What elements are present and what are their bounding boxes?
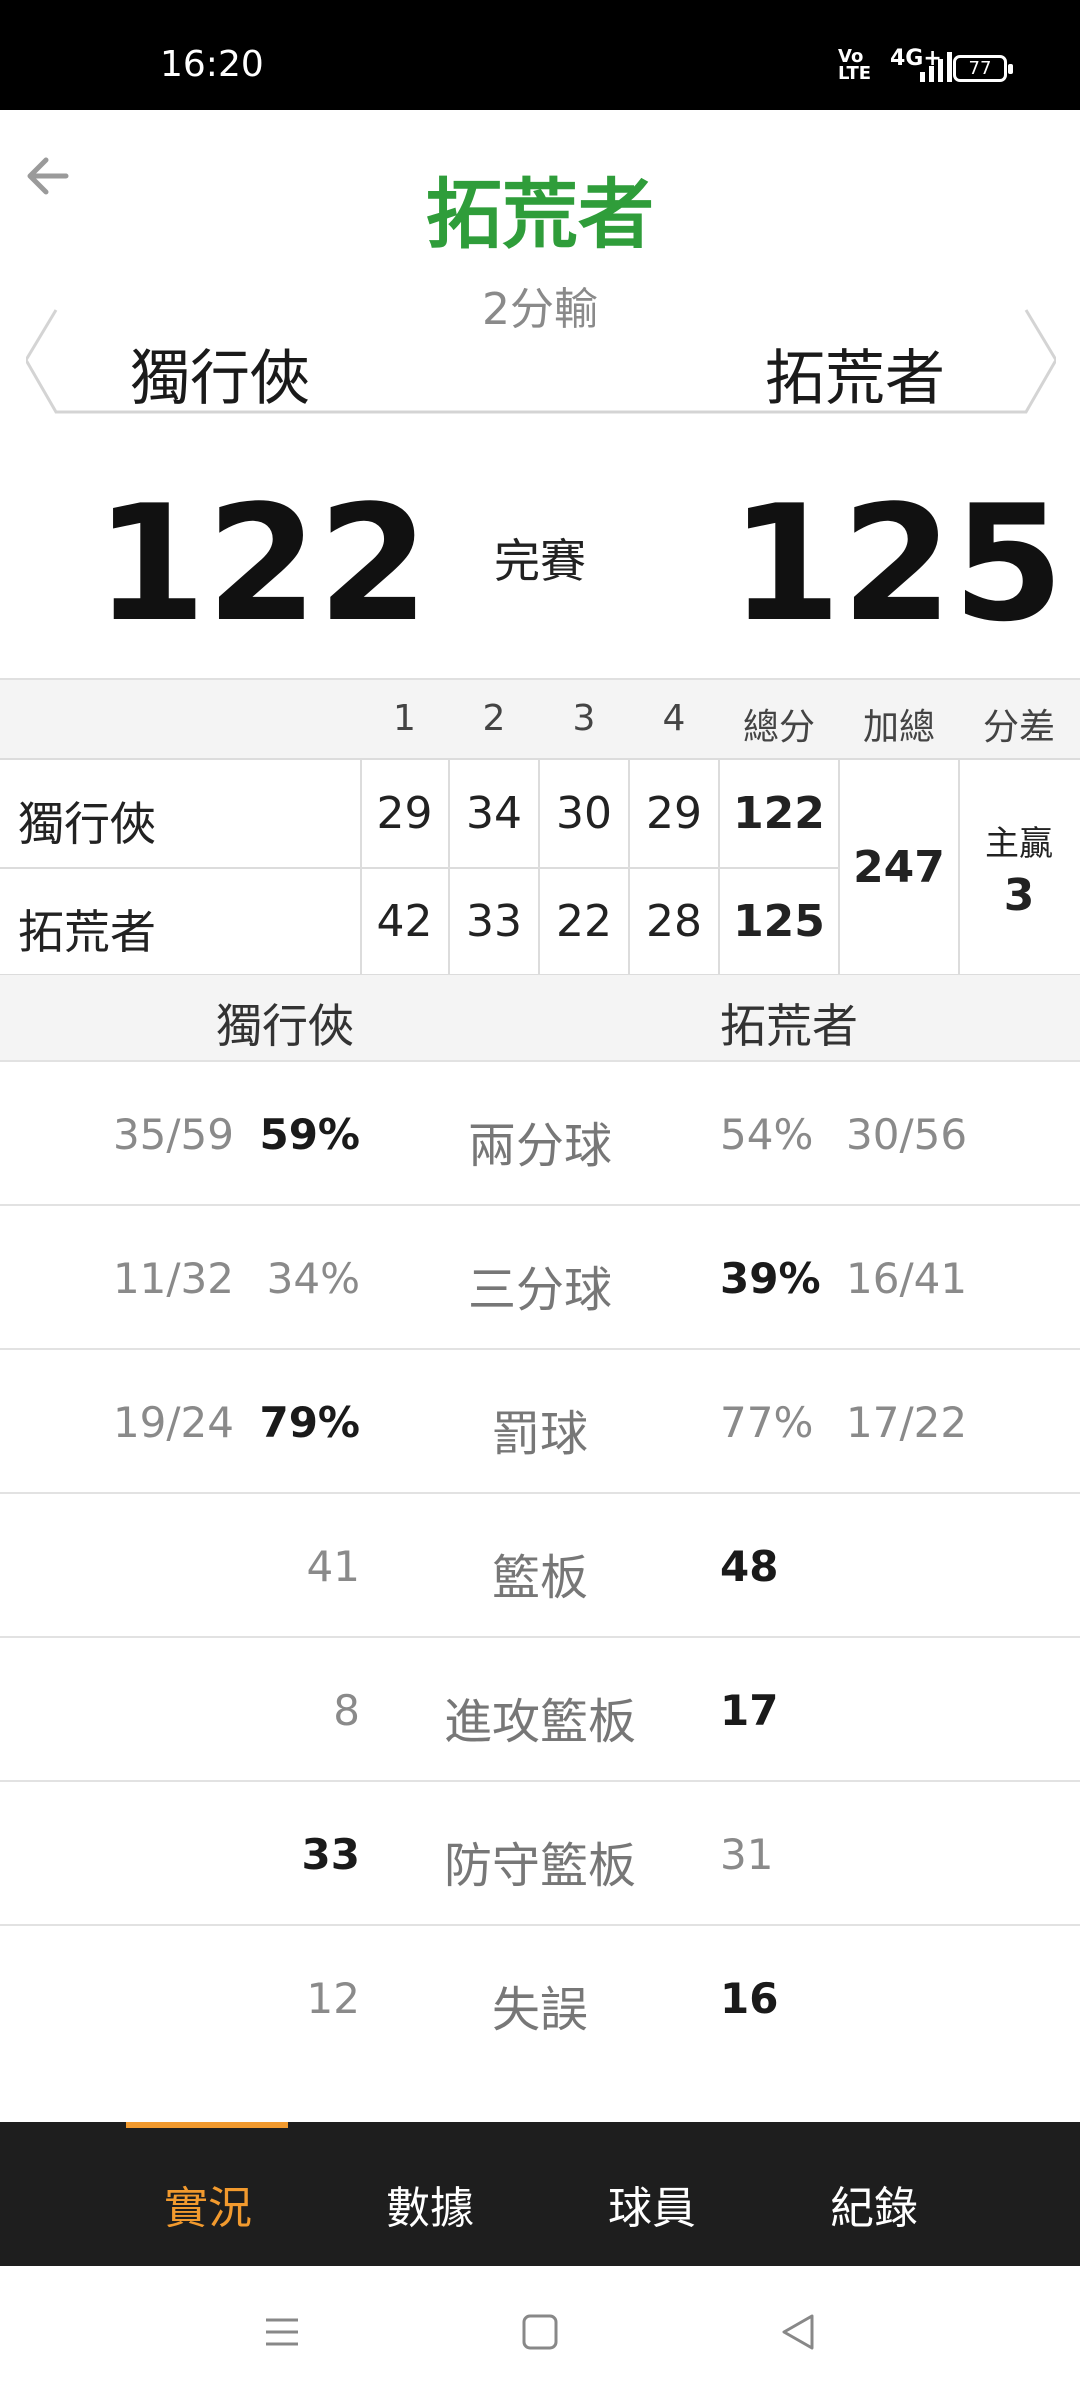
stat-row: 41 籃板 48 (0, 1492, 1080, 1636)
stat-right-value: 39% (720, 1254, 821, 1303)
stat-row: 11/32 34% 三分球 39% 16/41 (0, 1204, 1080, 1348)
header-q1: 1 (393, 698, 416, 739)
stat-row: 35/59 59% 兩分球 54% 30/56 (0, 1060, 1080, 1204)
header-q2: 2 (482, 698, 506, 739)
diff-value: 3 (1003, 870, 1035, 921)
row2-q3: 22 (556, 896, 612, 947)
stat-right-value: 31 (720, 1830, 774, 1879)
stat-right-value: 17 (720, 1686, 779, 1735)
row2-q2: 33 (466, 896, 522, 947)
quarter-table-header: 1 2 3 4 總分 加總 分差 (0, 678, 1080, 758)
stat-row: 12 失誤 16 (0, 1924, 1080, 2068)
stats-team-left: 獨行俠 (216, 999, 354, 1053)
stats-team-right: 拓荒者 (720, 999, 858, 1053)
stat-right-value: 16 (720, 1974, 779, 2023)
status-bar: 16:20 Vo LTE 4G+ 77 (0, 0, 1080, 110)
row1-total: 122 (733, 788, 825, 839)
team-name-right[interactable]: 拓荒者 (765, 330, 945, 417)
stat-row: 8 進攻籃板 17 (0, 1636, 1080, 1780)
combined-total: 247 (853, 842, 945, 893)
quarter-table-body: 獨行俠 29 34 30 29 122 拓荒者 42 33 22 28 125 … (0, 758, 1080, 976)
stat-right-ratio: 17/22 (846, 1398, 968, 1447)
back-icon[interactable] (778, 2312, 818, 2352)
quarter-score-table: 1 2 3 4 總分 加總 分差 獨行俠 29 34 30 29 122 拓荒者… (0, 678, 1080, 976)
header-q4: 4 (662, 698, 686, 739)
tab-data[interactable]: 數據 (386, 2172, 474, 2236)
volte-icon: Vo LTE (838, 46, 872, 84)
row1-q3: 30 (556, 788, 612, 839)
team-name-left[interactable]: 獨行俠 (130, 330, 310, 417)
menu-icon[interactable] (262, 2312, 302, 2352)
home-icon[interactable] (520, 2312, 560, 2352)
row2-total: 125 (733, 896, 825, 947)
stat-row: 33 防守籃板 31 (0, 1780, 1080, 1924)
stat-label: 籃板 (491, 1550, 588, 1606)
winner-team-title: 拓荒者 (426, 170, 654, 259)
stat-label: 防守籃板 (443, 1838, 636, 1894)
stat-right-ratio: 16/41 (846, 1254, 968, 1303)
diff-label: 主贏 (985, 824, 1053, 864)
stat-label: 進攻籃板 (443, 1694, 636, 1750)
tab-players[interactable]: 球員 (608, 2172, 696, 2236)
row2-q1: 42 (376, 896, 433, 947)
active-tab-indicator (126, 2122, 288, 2128)
tab-live[interactable]: 實況 (164, 2172, 252, 2236)
stats-header: 獨行俠 拓荒者 (0, 975, 1080, 1060)
stat-right-value: 48 (720, 1542, 779, 1591)
header-q3: 3 (572, 698, 596, 739)
header-diff: 分差 (982, 707, 1055, 748)
header-sum: 加總 (862, 707, 935, 748)
stat-right-ratio: 30/56 (846, 1110, 968, 1159)
game-detail-screen: 16:20 Vo LTE 4G+ 77 拓荒者 2分輸 獨行俠 拓荒者 122 完… (0, 0, 1080, 2400)
battery-icon: 77 (953, 55, 1013, 82)
score-right: 125 (730, 470, 1064, 657)
stat-label: 失誤 (491, 1982, 588, 2038)
row2-q4: 28 (646, 896, 702, 947)
row1-q1: 29 (376, 788, 433, 839)
signal-icon (920, 52, 952, 82)
header-total: 總分 (742, 707, 815, 748)
stats-comparison-list: 35/59 59% 兩分球 54% 30/56 11/32 34% 三分球 39% 16/41 19… (0, 1060, 1080, 2068)
row-team-name: 獨行俠 (18, 797, 156, 851)
stat-right-value: 54% (720, 1110, 814, 1159)
row-team-name: 拓荒者 (18, 905, 156, 959)
status-time: 16:20 (160, 44, 264, 85)
system-navigation-bar (0, 2266, 1080, 2400)
row1-q4: 29 (646, 788, 702, 839)
stat-right-value: 77% (720, 1398, 814, 1447)
tab-records[interactable]: 紀錄 (830, 2172, 918, 2236)
bottom-tab-bar: 實況 數據 球員 紀錄 (0, 2122, 1080, 2266)
stat-row: 19/24 79% 罰球 77% 17/22 (0, 1348, 1080, 1492)
row1-q2: 34 (466, 788, 522, 839)
